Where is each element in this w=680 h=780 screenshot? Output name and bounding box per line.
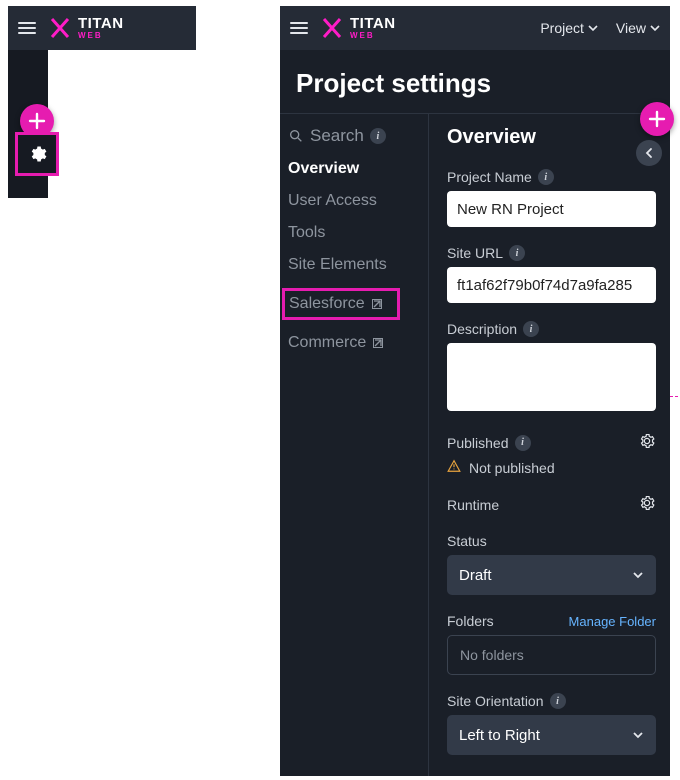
hamburger-icon[interactable] [290,18,310,38]
published-settings-button[interactable] [638,432,656,453]
gear-icon [638,494,656,512]
info-icon[interactable]: i [550,693,566,709]
logo-mark-icon [48,17,72,39]
sidenav-item-label: Commerce [288,334,366,352]
plus-icon [28,112,46,130]
sidenav-item-label: Overview [288,160,359,178]
orientation-label: Site Orientation [447,693,544,709]
page-title: Project settings [280,50,670,113]
external-link-icon [372,337,384,349]
project-menu-label: Project [540,20,584,36]
description-label: Description [447,321,517,337]
chevron-down-icon [588,23,598,33]
chevron-down-icon [632,729,644,741]
published-label: Published [447,435,509,451]
section-title: Overview [447,126,656,149]
logo-text: TITAN [350,16,396,31]
project-name-input[interactable] [447,191,656,227]
site-url-label: Site URL [447,245,503,261]
folders-label: Folders [447,613,494,629]
gear-icon [27,144,47,164]
warning-icon [447,459,461,476]
sidenav-item-site-elements[interactable]: Site Elements [288,256,420,274]
add-button[interactable] [640,102,674,136]
orientation-select[interactable]: Left to Right [447,715,656,755]
settings-form: Overview Project Name i Site URL i Descr… [429,114,670,776]
sidenav-item-label: Tools [288,224,325,242]
topbar-left: TITAN WEB [8,6,196,50]
plus-icon [648,110,666,128]
hamburger-icon[interactable] [18,18,38,38]
external-link-icon [371,298,383,310]
sidenav-item-overview[interactable]: Overview [288,160,420,178]
sidenav-item-label: User Access [288,192,377,210]
chevron-left-icon [643,147,655,159]
settings-sidenav: Search i Overview User Access Tools Site… [280,114,429,776]
status-label: Status [447,533,487,549]
search-icon [288,128,304,144]
logo: TITAN WEB [320,16,396,40]
info-icon[interactable]: i [538,169,554,185]
gear-icon [638,432,656,450]
logo: TITAN WEB [48,16,124,40]
chevron-down-icon [632,569,644,581]
sidenav-item-commerce[interactable]: Commerce [288,334,420,352]
sidenav-item-label: Salesforce [289,295,365,313]
guide-line [670,396,678,397]
sidenav-item-salesforce[interactable]: Salesforce [282,288,400,320]
status-value: Draft [459,567,492,584]
view-menu-label: View [616,20,646,36]
info-icon[interactable]: i [515,435,531,451]
info-icon[interactable]: i [509,245,525,261]
folders-value: No folders [447,635,656,675]
manage-folder-link[interactable]: Manage Folder [569,614,656,629]
sidenav-item-tools[interactable]: Tools [288,224,420,242]
logo-mark-icon [320,17,344,39]
orientation-value: Left to Right [459,727,540,744]
settings-button-highlight[interactable] [15,132,59,176]
info-icon[interactable]: i [370,128,386,144]
published-status: Not published [469,460,555,476]
info-icon[interactable]: i [523,321,539,337]
project-name-label: Project Name [447,169,532,185]
chevron-down-icon [650,23,660,33]
project-menu[interactable]: Project [540,20,598,36]
sidenav-search[interactable]: Search i [288,126,420,146]
collapse-panel-button[interactable] [636,140,662,166]
sidenav-item-user-access[interactable]: User Access [288,192,420,210]
folders-text: No folders [460,647,524,663]
logo-sub: WEB [350,32,396,40]
site-url-input[interactable] [447,267,656,303]
view-menu[interactable]: View [616,20,660,36]
sidenav-item-label: Site Elements [288,256,387,274]
status-select[interactable]: Draft [447,555,656,595]
description-input[interactable] [447,343,656,411]
runtime-settings-button[interactable] [638,494,656,515]
logo-text: TITAN [78,16,124,31]
logo-sub: WEB [78,32,124,40]
sidenav-search-label: Search [310,126,364,146]
runtime-label: Runtime [447,497,499,513]
topbar-right: TITAN WEB Project View [280,6,670,50]
